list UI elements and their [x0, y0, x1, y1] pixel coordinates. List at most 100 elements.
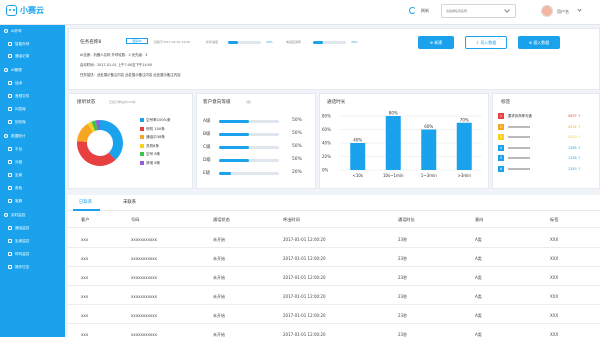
sidebar-item-seat-monitor[interactable]: 坐席监控 — [8, 239, 29, 244]
sidebar-item-call-records[interactable]: 通话记录 — [8, 54, 29, 59]
avatar[interactable] — [541, 5, 553, 17]
level-percent: 50% — [292, 118, 302, 123]
tag-row[interactable]: 1 要求协商等沟通 4597 ↑ — [498, 113, 590, 119]
sidebar-item-script[interactable]: 话术 — [8, 81, 22, 86]
sidebar-item-smart-call[interactable]: 智能外呼 — [8, 42, 29, 47]
sidebar-group-ai-manage[interactable]: AI管理 — [4, 68, 22, 73]
sidebar-group-monitor[interactable]: 实时监控 — [4, 213, 25, 218]
tag-row[interactable]: 4 xxxxxxxxxxx 1265 ↑ — [498, 144, 590, 151]
insert-data-button[interactable]: ⊕ 插入数据 — [518, 36, 560, 49]
tag-row[interactable]: 2 xxxxxxxxxxx 4532 ↑ — [498, 123, 590, 130]
call-duration-chart: 80% 60% 40% 20% 0% 40% <10s 80% 10s~1min 60% 1~3mi… — [322, 111, 482, 178]
table-cell: A类 — [475, 256, 482, 261]
user-name[interactable]: 用户名 — [557, 9, 569, 15]
table-cell: 未开始 — [213, 237, 225, 242]
tags-card — [492, 93, 600, 189]
table-cell: A类 — [475, 237, 482, 242]
service-icon — [8, 199, 12, 203]
qa-icon — [8, 107, 12, 111]
level-label: C级 — [203, 145, 211, 150]
sidebar-group-ai-call[interactable]: AI外呼 — [4, 29, 22, 34]
table-cell: 未开始 — [213, 332, 225, 337]
trend-up-icon: ↑ — [576, 156, 581, 160]
connect-rate-fill — [313, 41, 323, 44]
trend-up-icon: ↑ — [576, 135, 581, 139]
sidebar-item-operation-log[interactable]: 操作日志 — [8, 265, 29, 270]
table-cell: xxxxxxxxxxx — [131, 237, 158, 242]
column-header: 呼出时间 — [283, 217, 300, 222]
legend-swatch — [140, 160, 144, 165]
tag-count: 4532 — [568, 124, 577, 129]
sidebar-group-stats[interactable]: 数据统计 — [4, 134, 25, 139]
rank-badge: 2 — [498, 123, 504, 130]
table-cell: xxx — [81, 294, 89, 299]
table-cell: xxxxxxxxxxx — [131, 275, 158, 280]
audio-icon — [8, 94, 12, 98]
tag-row[interactable]: 6 xxxxxxxxxxx 1245 ↑ — [498, 165, 590, 172]
column-header: 意向 — [475, 217, 484, 222]
table-cell: 2017-01-01 12:00:20 — [283, 294, 326, 299]
bar — [385, 116, 401, 170]
legend-item: 停机 100条 — [140, 126, 165, 132]
sidebar-item-call-monitor[interactable]: 通话监控 — [8, 226, 29, 231]
level-percent: 50% — [292, 157, 302, 162]
tag-count: 1245 — [568, 166, 577, 171]
import-data-button[interactable]: ⇩ 导入数据 — [465, 36, 507, 49]
y-tick-label: 20% — [322, 154, 331, 159]
group-icon — [4, 213, 8, 217]
sidebar-item-platform[interactable]: 平台 — [8, 147, 22, 152]
bar — [456, 122, 472, 170]
table-cell: 未开始 — [213, 256, 225, 261]
table-cell: 23秒 — [398, 237, 408, 242]
call-list-table — [68, 211, 600, 337]
row-divider — [68, 285, 600, 286]
sidebar-item-service[interactable]: 客服 — [8, 199, 22, 204]
table-cell: 2017-01-01 12:00:20 — [283, 332, 326, 337]
table-cell: xxx — [81, 313, 89, 318]
tab-not-contacted[interactable]: 未联系 — [123, 199, 136, 205]
donut-slice — [99, 120, 123, 160]
phone-icon — [8, 42, 12, 46]
progress-value: 30% — [266, 40, 273, 44]
level-bar-fill — [219, 132, 249, 136]
sidebar-item-audio[interactable]: 音频文件 — [8, 94, 29, 99]
add-button[interactable]: ⊕ 新建 — [418, 36, 454, 49]
row-divider — [68, 227, 600, 228]
revisit-icon — [8, 120, 12, 124]
y-tick-label: 0% — [322, 168, 329, 173]
column-header: 客户 — [81, 217, 90, 222]
table-cell: A类 — [475, 332, 482, 337]
table-cell: 23秒 — [398, 275, 408, 280]
table-cell: A类 — [475, 294, 482, 299]
table-cell: 2017-01-01 12:00:20 — [283, 275, 326, 280]
donut-slice — [87, 121, 96, 133]
table-cell: A类 — [475, 313, 482, 318]
sidebar-item-revisit[interactable]: 回访库 — [8, 120, 26, 125]
row-divider — [68, 247, 600, 248]
tag-row[interactable]: 5 xxxxxxxxxxx 1256 ↑ — [498, 155, 590, 161]
tab-contacted[interactable]: 已联系 — [79, 199, 92, 205]
tag-row[interactable]: 3 xxxxxxxxxxx 4520 ↑ — [498, 134, 590, 140]
legend-swatch — [140, 118, 144, 122]
sidebar-item-dial-monitor[interactable]: 呼叫监控 — [8, 252, 29, 257]
sidebar-item-seat[interactable]: 坐席 — [8, 173, 22, 178]
level-bar-fill — [219, 171, 231, 175]
donut-slice — [91, 120, 98, 131]
legend-label: 关机8条 — [146, 143, 160, 148]
tag-name: xxxxxxxxxxx — [508, 145, 531, 150]
level-percent: 50% — [292, 144, 302, 149]
customer-level-subtitle: (级) — [246, 100, 252, 104]
column-header: 通话时长 — [398, 217, 415, 222]
sidebar-item-qa[interactable]: 问答库 — [8, 107, 26, 112]
legend-swatch — [140, 152, 144, 156]
table-cell: 2017-01-01 12:00:20 — [283, 256, 326, 261]
call-progress-bar — [228, 41, 261, 44]
x-tick-label: >3min — [458, 173, 472, 178]
sidebar-item-group[interactable]: 分组 — [8, 160, 22, 165]
refresh-icon[interactable] — [409, 7, 416, 14]
trend-up-icon: ↑ — [576, 166, 581, 171]
refresh-label[interactable]: 刷新 — [421, 8, 429, 14]
level-label: A级 — [203, 119, 211, 124]
sidebar-item-role[interactable]: 角色 — [8, 186, 22, 191]
chart-title: 通话时长 — [327, 100, 346, 105]
